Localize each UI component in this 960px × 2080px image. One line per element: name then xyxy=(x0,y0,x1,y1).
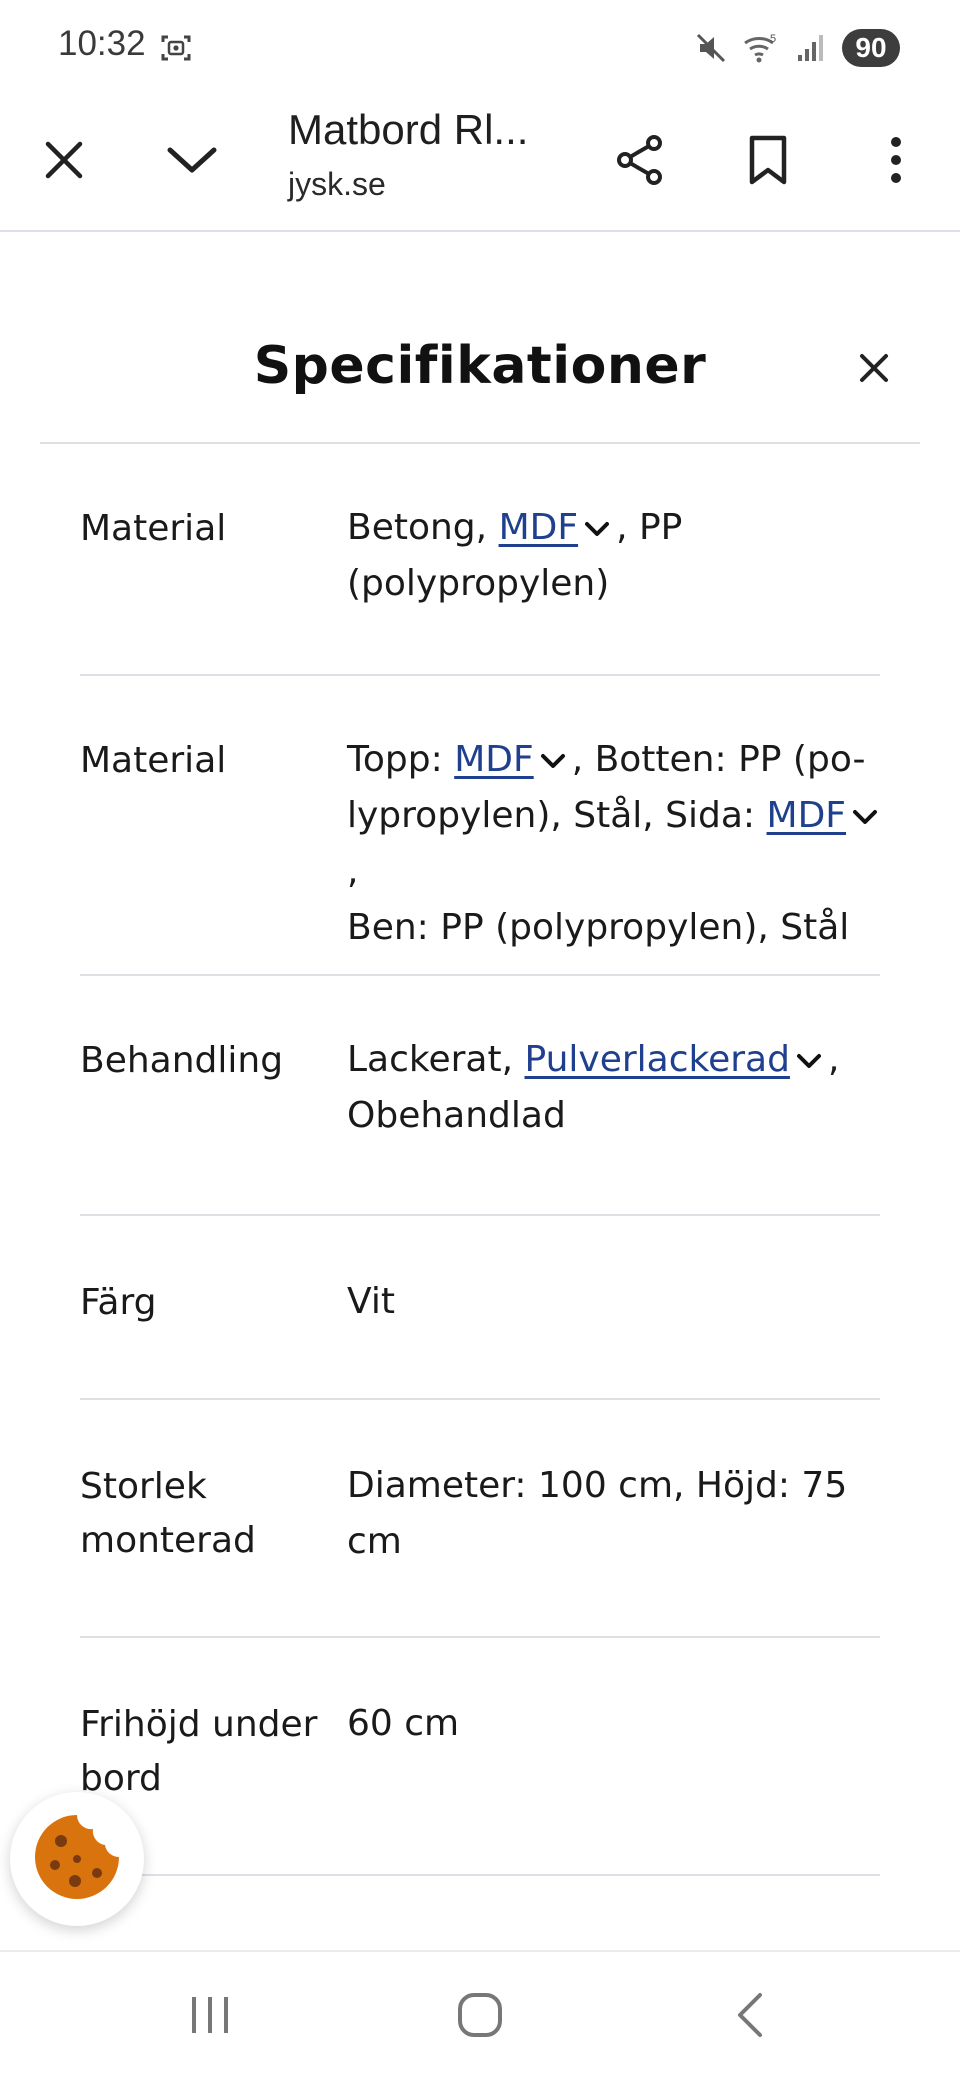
spec-label: Storlek monterad xyxy=(80,1460,340,1568)
share-button[interactable] xyxy=(602,124,678,200)
spec-text: lypropylen), Stål, Sida: xyxy=(347,795,756,836)
close-tab-button[interactable] xyxy=(26,124,102,200)
spec-text: Lackerat, xyxy=(347,1039,514,1080)
spec-text: Topp: xyxy=(347,739,443,780)
spec-text: , xyxy=(827,1039,840,1080)
spec-value: Diameter: 100 cm, Höjd: 75 cm xyxy=(347,1458,887,1570)
cookie-icon xyxy=(31,1811,123,1907)
spec-value: Vit xyxy=(347,1281,395,1322)
screenshot-icon xyxy=(160,32,192,64)
close-icon xyxy=(858,352,890,388)
home-button[interactable] xyxy=(440,1982,520,2052)
share-icon xyxy=(614,134,666,190)
pulverlackerad-link[interactable]: Pulverlackerad xyxy=(525,1039,790,1080)
spec-text: (polypropylen) xyxy=(347,563,610,604)
page-url: jysk.se xyxy=(288,166,386,202)
mdf-link[interactable]: MDF xyxy=(767,795,847,836)
spec-row-behandling: Behandling Lackerat, Pulverlackerad, Obe… xyxy=(80,976,880,1216)
svg-text:5: 5 xyxy=(770,33,776,45)
spec-label: Frihöjd under bord xyxy=(80,1698,340,1806)
battery-indicator: 90 xyxy=(842,29,900,67)
spec-value: 60 cm xyxy=(347,1703,460,1744)
chevron-down-icon[interactable] xyxy=(582,514,612,544)
mute-icon xyxy=(694,31,728,65)
close-icon xyxy=(42,138,86,186)
spec-value: Betong, MDF , PP (polypropylen) xyxy=(347,500,887,612)
bookmark-button[interactable] xyxy=(730,124,806,200)
spec-label-line: Storlek xyxy=(80,1466,207,1507)
spec-text: Ben: PP (polypropylen), Stål xyxy=(347,907,850,948)
spec-label: Material xyxy=(80,508,227,549)
spec-label-line: Frihöjd under xyxy=(80,1704,318,1745)
spec-text: Obehandlad xyxy=(347,1095,566,1136)
more-options-button[interactable] xyxy=(858,124,934,200)
signal-icon xyxy=(794,31,828,65)
spec-text: , Botten: PP (po- xyxy=(571,739,866,780)
system-nav-bar xyxy=(0,1950,960,2080)
spec-text: Diameter: 100 cm, Höjd: 75 xyxy=(347,1465,848,1506)
chevron-down-icon[interactable] xyxy=(850,802,880,832)
spec-text: , xyxy=(347,851,359,892)
mdf-link[interactable]: MDF xyxy=(454,739,534,780)
back-icon xyxy=(732,1991,768,2043)
panel-close-button[interactable] xyxy=(850,346,898,394)
panel-title: Specifikationer xyxy=(253,336,707,396)
spec-label-line: monterad xyxy=(80,1520,256,1561)
recents-button[interactable] xyxy=(170,1982,250,2052)
more-vert-icon xyxy=(888,134,904,190)
spec-text: , PP xyxy=(616,507,683,548)
cookie-settings-button[interactable] xyxy=(10,1792,144,1926)
minimize-button[interactable] xyxy=(154,124,230,200)
spec-row-storlek: Storlek monterad Diameter: 100 cm, Höjd:… xyxy=(80,1400,880,1638)
status-time: 10:32 xyxy=(58,24,146,63)
status-icons: 5 90 xyxy=(694,28,900,68)
browser-toolbar: Matbord Rl... jysk.se xyxy=(0,96,960,232)
spec-value: Topp: MDF , Botten: PP (po- lypropylen), … xyxy=(347,732,887,956)
mdf-link[interactable]: MDF xyxy=(499,507,579,548)
page-title: Matbord Rl... xyxy=(288,106,529,153)
bookmark-icon xyxy=(746,134,790,190)
recents-icon xyxy=(188,1993,232,2041)
specifications-list: Material Betong, MDF, PP (polypropylen) … xyxy=(80,444,880,1876)
spec-label: Material xyxy=(80,740,227,781)
spec-label: Färg xyxy=(80,1282,157,1323)
spec-label: Behandling xyxy=(80,1040,284,1081)
home-icon xyxy=(456,1991,504,2043)
spec-text: cm xyxy=(347,1521,402,1562)
back-button[interactable] xyxy=(710,1982,790,2052)
spec-row-material-parts: Material Topp: MDF , Botten: PP (po- lypr… xyxy=(80,676,880,976)
chevron-down-icon[interactable] xyxy=(538,746,568,776)
wifi-icon: 5 xyxy=(742,31,780,65)
spec-row-material: Material Betong, MDF , PP (polypropylen) xyxy=(80,444,880,676)
spec-value: Lackerat, Pulverlackerad, Obehandlad xyxy=(347,1032,887,1144)
spec-text: Betong, xyxy=(347,507,488,548)
spec-row-farg: Färg Vit xyxy=(80,1216,880,1400)
spec-row-frihojd: Frihöjd under bord 60 cm xyxy=(80,1638,880,1876)
chevron-down-icon[interactable] xyxy=(794,1046,824,1076)
status-bar: 10:32 5 90 xyxy=(0,0,960,96)
chevron-down-icon xyxy=(166,140,218,184)
